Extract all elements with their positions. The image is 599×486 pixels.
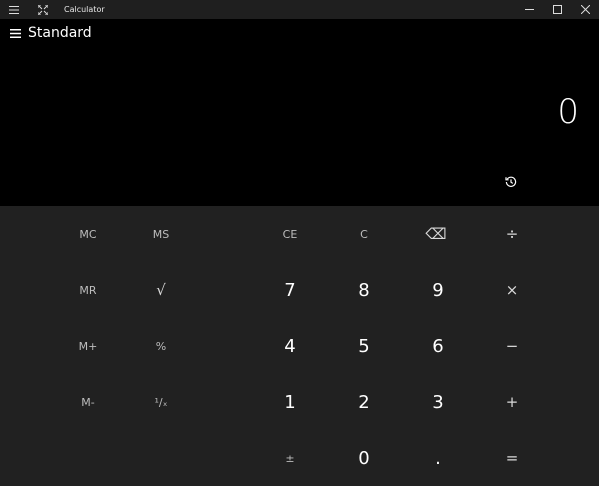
clear-entry-button[interactable]: CE (253, 206, 327, 262)
keypad: MC MS CE C ⌫ ÷ MR √ 7 8 9 × M+ % 4 5 6 −… (0, 206, 599, 486)
add-button[interactable]: + (475, 374, 549, 430)
digit-1-button[interactable]: 1 (253, 374, 327, 430)
digit-8-button[interactable]: 8 (327, 262, 401, 318)
memory-store-button[interactable]: MS (124, 206, 198, 262)
digit-6-button[interactable]: 6 (401, 318, 475, 374)
result-display: 0 (557, 92, 579, 132)
history-button[interactable] (498, 170, 524, 194)
clear-button[interactable]: C (327, 206, 401, 262)
digit-5-button[interactable]: 5 (327, 318, 401, 374)
titlebar-menu-button[interactable] (0, 0, 28, 19)
digit-4-button[interactable]: 4 (253, 318, 327, 374)
memory-recall-button[interactable]: MR (51, 262, 125, 318)
app-header: Standard (0, 19, 599, 47)
memory-subtract-button[interactable]: M- (51, 374, 125, 430)
title-bar: Calculator (0, 0, 599, 19)
history-icon (505, 176, 517, 187)
divide-button[interactable]: ÷ (475, 206, 549, 262)
multiply-button[interactable]: × (475, 262, 549, 318)
compact-overlay-icon (38, 4, 48, 15)
navigation-menu-button[interactable] (4, 22, 26, 44)
subtract-button[interactable]: − (475, 318, 549, 374)
close-icon (580, 5, 590, 14)
square-root-button[interactable]: √ (124, 262, 198, 318)
reciprocal-button[interactable]: ¹∕ₓ (124, 374, 198, 430)
calculator-mode-title: Standard (28, 25, 92, 41)
digit-9-button[interactable]: 9 (401, 262, 475, 318)
percent-button[interactable]: % (124, 318, 198, 374)
negate-button[interactable]: ± (253, 430, 327, 486)
hamburger-icon (9, 28, 21, 38)
minimize-button[interactable] (515, 0, 543, 19)
memory-add-button[interactable]: M+ (51, 318, 125, 374)
maximize-button[interactable] (543, 0, 571, 19)
memory-clear-button[interactable]: MC (51, 206, 125, 262)
window-title: Calculator (64, 5, 105, 14)
digit-7-button[interactable]: 7 (253, 262, 327, 318)
decimal-button[interactable]: . (401, 430, 475, 486)
menu-icon (9, 5, 19, 14)
backspace-button[interactable]: ⌫ (399, 206, 473, 262)
digit-3-button[interactable]: 3 (401, 374, 475, 430)
compact-overlay-button[interactable] (30, 0, 56, 19)
maximize-icon (552, 5, 562, 14)
digit-0-button[interactable]: 0 (327, 430, 401, 486)
close-button[interactable] (571, 0, 599, 19)
minimize-icon (524, 9, 534, 10)
equals-button[interactable]: = (475, 430, 549, 486)
digit-2-button[interactable]: 2 (327, 374, 401, 430)
